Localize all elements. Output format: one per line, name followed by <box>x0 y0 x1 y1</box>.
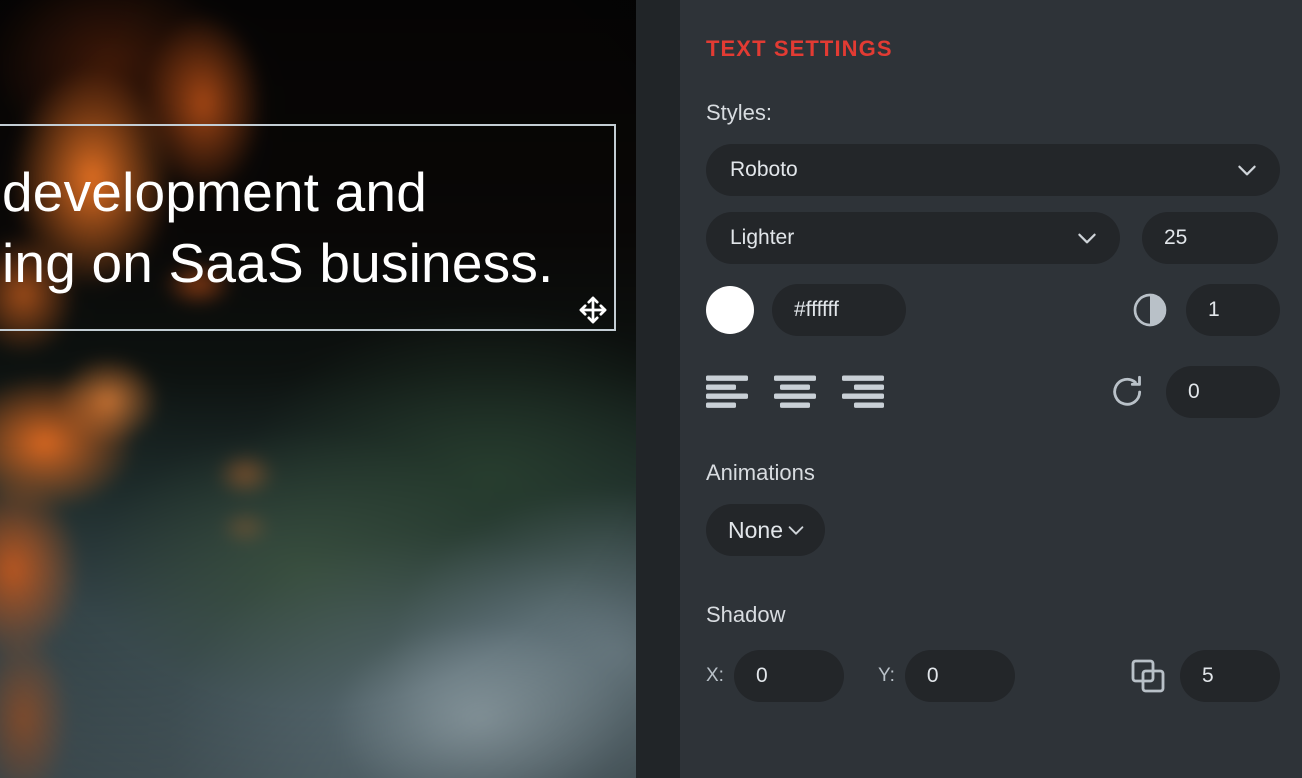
text-color-hex-input[interactable]: #ffffff <box>772 284 906 336</box>
text-color-swatch[interactable] <box>706 286 754 334</box>
text-color-hex-value: #ffffff <box>794 298 839 321</box>
shadow-offset-x-value: 0 <box>755 664 768 687</box>
shadow-offset-y-label: Y: <box>877 665 895 686</box>
selected-text-box[interactable]: development and ing on SaaS business. <box>0 124 616 331</box>
animations-label: Animations <box>706 460 815 485</box>
font-size-input[interactable]: 25 <box>1142 212 1278 264</box>
font-weight-select[interactable]: Lighter <box>706 212 1120 264</box>
rotation-value: 0 <box>1188 380 1200 403</box>
align-left-icon[interactable] <box>706 375 754 409</box>
shadow-label: Shadow <box>706 602 786 627</box>
chevron-down-icon <box>785 519 807 541</box>
shadow-blur-value: 5 <box>1202 664 1214 687</box>
page-title: TEXT SETTINGS <box>706 36 893 61</box>
move-icon[interactable] <box>576 293 610 327</box>
text-settings-panel: TEXT SETTINGS Styles: Roboto Lighter 25 … <box>680 0 1302 778</box>
editor-root: development and ing on SaaS business. TE… <box>0 0 1302 778</box>
shadow-offset-y-value: 0 <box>926 664 939 687</box>
rotate-clockwise-icon[interactable] <box>1108 372 1148 412</box>
opacity-input[interactable]: 1 <box>1186 284 1280 336</box>
text-overlay-line-2: ing on SaaS business. <box>2 231 554 294</box>
chevron-down-icon <box>1234 157 1260 183</box>
shadow-offset-y-input[interactable]: 0 <box>904 650 1015 702</box>
video-frame-image <box>0 0 636 778</box>
font-family-select[interactable]: Roboto <box>706 144 1280 196</box>
shadow-offset-x-label: X: <box>706 665 724 686</box>
styles-label: Styles: <box>706 100 773 125</box>
rotation-input[interactable]: 0 <box>1166 366 1280 418</box>
chevron-down-icon <box>1074 225 1100 251</box>
video-preview[interactable]: development and ing on SaaS business. <box>0 0 636 778</box>
align-center-icon[interactable] <box>774 375 822 409</box>
text-align-group <box>706 375 890 409</box>
animation-value: None <box>728 516 783 543</box>
text-overlay-line-1: development and <box>2 161 427 224</box>
font-size-value: 25 <box>1164 226 1188 249</box>
panel-divider <box>636 0 680 778</box>
font-family-value: Roboto <box>730 158 798 181</box>
opacity-value: 1 <box>1208 298 1220 321</box>
align-right-icon[interactable] <box>842 375 890 409</box>
contrast-icon <box>1130 290 1170 330</box>
animation-select[interactable]: None <box>706 504 825 556</box>
shadow-blur-icon <box>1128 656 1168 696</box>
shadow-offset-x-input[interactable]: 0 <box>733 650 844 702</box>
shadow-blur-input[interactable]: 5 <box>1180 650 1280 702</box>
text-overlay-content: development and ing on SaaS business. <box>0 126 614 329</box>
font-weight-value: Lighter <box>730 226 795 249</box>
